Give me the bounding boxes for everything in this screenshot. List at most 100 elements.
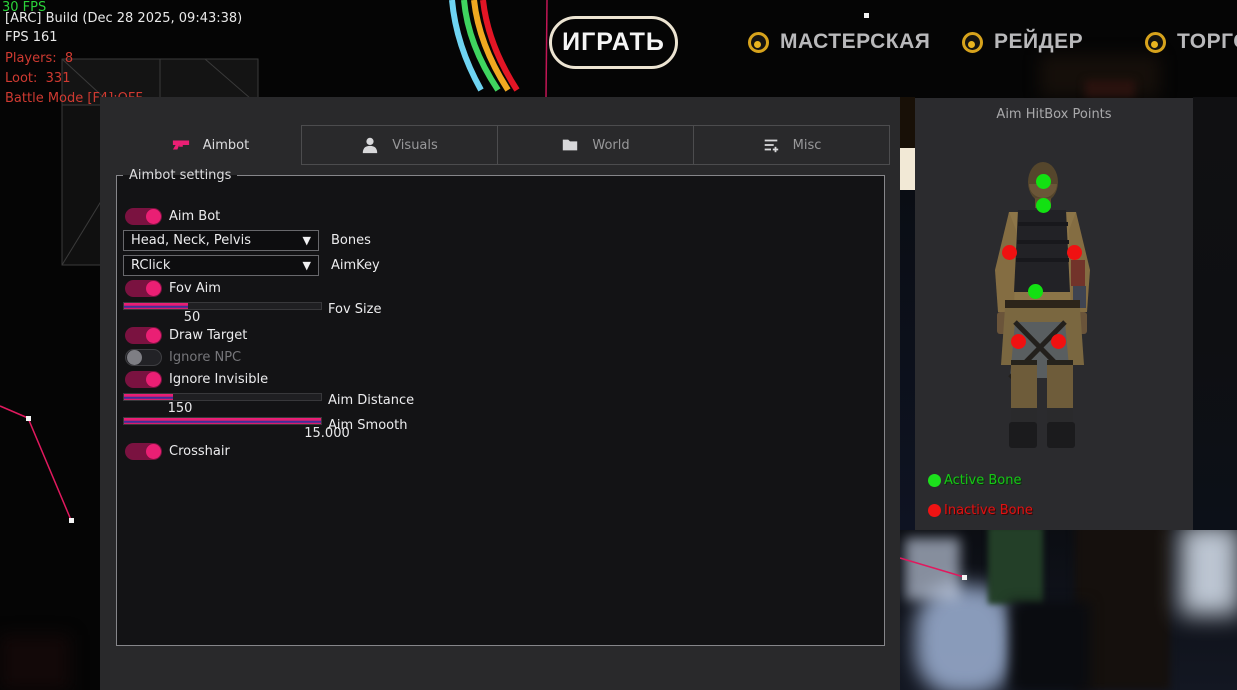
background-light-window <box>900 148 915 190</box>
tab-label: World <box>592 138 629 153</box>
menu-item-trade[interactable]: ТОРГО <box>1145 28 1237 56</box>
inactive-bone-legend-label: Inactive Bone <box>944 503 1033 518</box>
game-scene-background <box>898 520 1237 690</box>
exit-sign-blob <box>988 526 1043 604</box>
background-maroon-blob <box>1085 80 1135 97</box>
fov-size-slider[interactable] <box>123 302 322 310</box>
inactive-bone-legend-dot <box>928 504 941 517</box>
dropdown-value: Head, Neck, Pelvis <box>131 233 251 248</box>
active-bone-legend-label: Active Bone <box>944 473 1021 488</box>
tab-label: Misc <box>793 138 822 153</box>
bones-label: Bones <box>331 233 371 248</box>
bright-blob <box>1180 525 1237 615</box>
toggle-knob <box>146 372 161 387</box>
background-gap-top <box>900 97 915 148</box>
aimkey-dropdown[interactable]: RClick ▼ <box>123 255 319 276</box>
hitbox-point-left-elbow[interactable] <box>1002 245 1017 260</box>
tab-label: Aimbot <box>203 138 249 153</box>
hitbox-point-right-elbow[interactable] <box>1067 245 1082 260</box>
cheat-menu-panel: Aimbot Visuals World <box>100 97 900 690</box>
toggle-knob <box>146 444 161 459</box>
slider-fill <box>124 303 188 309</box>
ignore-invisible-toggle[interactable] <box>125 371 162 388</box>
rainbow-stripes <box>452 0 517 90</box>
menu-item-label: ТОРГО <box>1177 30 1237 54</box>
background-corner-blob <box>0 635 70 690</box>
background-right-strip <box>1193 97 1237 530</box>
coin-icon <box>748 32 769 53</box>
hitbox-point-right-knee[interactable] <box>1051 334 1066 349</box>
folder-icon <box>561 136 579 154</box>
aim-distance-slider[interactable] <box>123 393 322 401</box>
ignore-npc-toggle[interactable] <box>125 349 162 366</box>
coin-icon <box>1145 32 1166 53</box>
pistol-icon <box>172 136 190 154</box>
toggle-label: Ignore NPC <box>169 350 241 365</box>
toggle-knob <box>146 281 161 296</box>
hitbox-point-pelvis[interactable] <box>1028 284 1043 299</box>
aim-smooth-label: Aim Smooth <box>328 418 407 433</box>
hitbox-point-head[interactable] <box>1036 174 1051 189</box>
toggle-label: Ignore Invisible <box>169 372 268 387</box>
tab-visuals[interactable]: Visuals <box>301 125 498 165</box>
loot-count: Loot: 331 <box>5 71 70 86</box>
background-brown-blob <box>1040 55 1160 97</box>
esp-marker-square <box>962 575 967 580</box>
esp-marker-square <box>69 518 74 523</box>
toggle-label: Crosshair <box>169 444 230 459</box>
slider-fill <box>124 418 321 424</box>
tab-label: Visuals <box>392 138 438 153</box>
hitbox-point-neck[interactable] <box>1036 198 1051 213</box>
players-count: Players: 8 <box>5 51 73 66</box>
toggle-knob <box>127 350 142 365</box>
aim-distance-value: 150 <box>150 401 210 416</box>
fov-aim-toggle[interactable] <box>125 280 162 297</box>
esp-marker-square <box>864 13 869 18</box>
dropdown-value: RClick <box>131 258 170 273</box>
tab-world[interactable]: World <box>497 125 694 165</box>
build-info: [ARC] Build (Dec 28 2025, 09:43:38) <box>5 11 242 26</box>
toggle-knob <box>146 209 161 224</box>
person-icon <box>361 136 379 154</box>
toggle-label: Draw Target <box>169 328 247 343</box>
hitbox-point-left-knee[interactable] <box>1011 334 1026 349</box>
fps-label: FPS 161 <box>5 30 58 45</box>
fov-size-value: 50 <box>162 310 222 325</box>
group-title: Aimbot settings <box>123 168 237 183</box>
chevron-down-icon: ▼ <box>303 259 311 272</box>
esp-marker-square <box>26 416 31 421</box>
playlist-icon <box>762 136 780 154</box>
active-bone-legend-dot <box>928 474 941 487</box>
fov-size-label: Fov Size <box>328 302 381 317</box>
menu-item-raider[interactable]: РЕЙДЕР <box>962 28 1083 56</box>
snow-blob <box>915 585 1015 690</box>
aim-smooth-slider[interactable] <box>123 417 322 425</box>
tracer-line-vertical <box>546 0 547 97</box>
menu-item-label: МАСТЕРСКАЯ <box>780 30 930 54</box>
hitbox-panel: Aim HitBox Points <box>915 98 1193 530</box>
background-gap-navy <box>900 190 915 530</box>
dark-column-blob <box>1075 522 1170 690</box>
bones-dropdown[interactable]: Head, Neck, Pelvis ▼ <box>123 230 319 251</box>
shadow-blob <box>1010 602 1090 690</box>
light-bars-blob <box>905 538 960 600</box>
aimbot-settings-group: Aimbot settings Aim Bot Head, Neck, Pelv… <box>116 168 885 646</box>
coin-icon <box>962 32 983 53</box>
draw-target-toggle[interactable] <box>125 327 162 344</box>
toggle-label: Fov Aim <box>169 281 221 296</box>
toggle-label: Aim Bot <box>169 209 220 224</box>
screen: 30 FPS [ARC] Build (Dec 28 2025, 09:43:3… <box>0 0 1237 690</box>
tab-aimbot[interactable]: Aimbot <box>128 125 293 165</box>
aimkey-label: AimKey <box>331 258 380 273</box>
menu-item-workshop[interactable]: МАСТЕРСКАЯ <box>748 28 930 56</box>
chevron-down-icon: ▼ <box>303 234 311 247</box>
aim-distance-label: Aim Distance <box>328 393 414 408</box>
slider-fill <box>124 394 173 400</box>
hitbox-panel-title: Aim HitBox Points <box>915 107 1193 122</box>
toggle-knob <box>146 328 161 343</box>
crosshair-toggle[interactable] <box>125 443 162 460</box>
tab-misc[interactable]: Misc <box>693 125 890 165</box>
menu-item-label: РЕЙДЕР <box>994 30 1083 54</box>
play-button[interactable]: ИГРАТЬ <box>549 16 678 69</box>
aim-bot-toggle[interactable] <box>125 208 162 225</box>
